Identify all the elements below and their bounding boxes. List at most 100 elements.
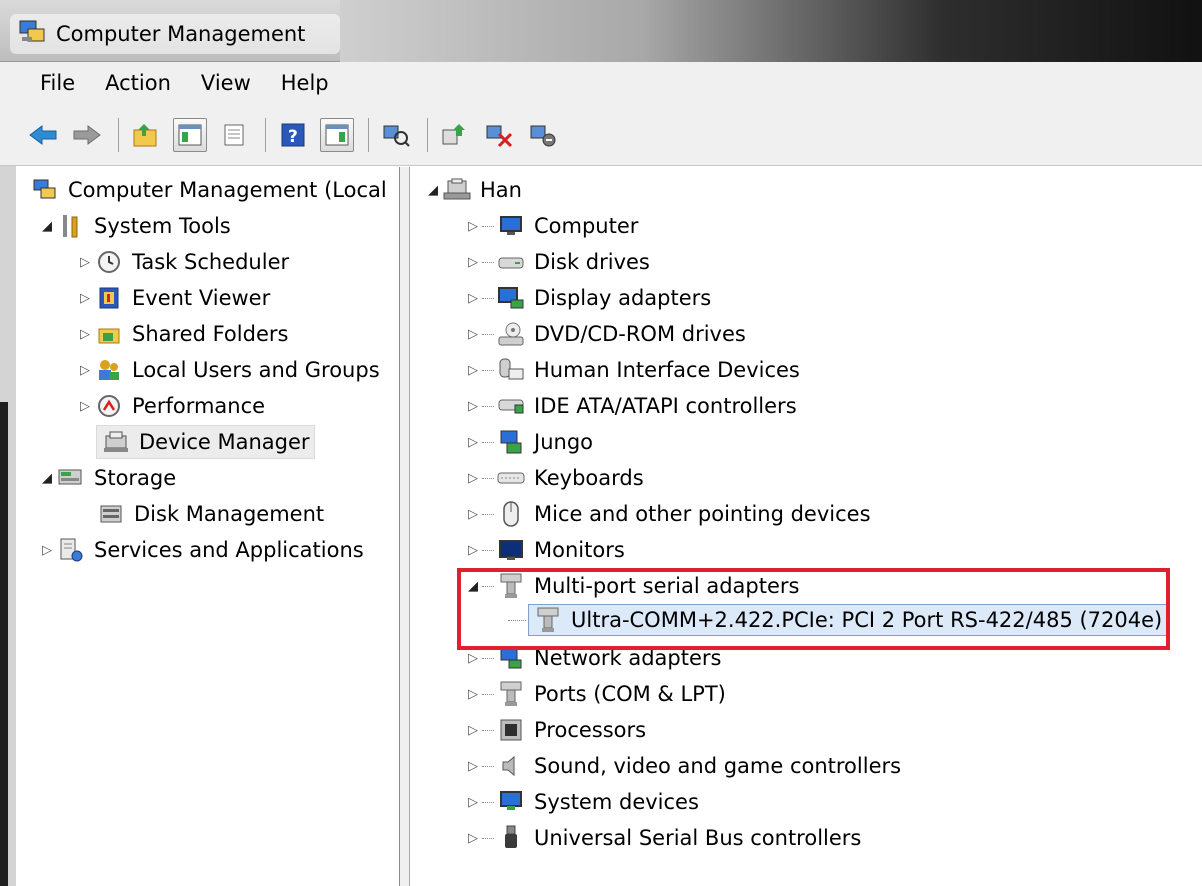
update-driver-icon[interactable] [438, 118, 472, 152]
collapse-toggle-icon[interactable]: ▷ [76, 363, 94, 378]
tree-connector [482, 729, 494, 731]
collapse-toggle-icon[interactable]: ▷ [76, 327, 94, 342]
collapse-toggle-icon[interactable]: ▷ [464, 399, 482, 414]
menu-help[interactable]: Help [281, 71, 329, 95]
collapse-toggle-icon[interactable]: ▷ [464, 759, 482, 774]
expand-toggle-icon[interactable]: ◢ [38, 471, 56, 486]
pane-splitter[interactable] [400, 167, 410, 886]
expand-toggle-icon[interactable]: ◢ [38, 219, 56, 234]
device-category-dvd-cd-rom-drives[interactable]: ▷ DVD/CD-ROM drives [464, 317, 746, 351]
tree-connector [482, 333, 494, 335]
collapse-toggle-icon[interactable]: ▷ [464, 723, 482, 738]
toolbar: ? [0, 104, 1202, 166]
tree-item-label: Device Manager [139, 430, 310, 454]
device-category-human-interface-devices[interactable]: ▷ Human Interface Devices [464, 353, 800, 387]
device-category-label: Display adapters [534, 286, 712, 310]
title-area: Computer Management [10, 14, 340, 54]
collapse-toggle-icon[interactable]: ▷ [76, 399, 94, 414]
help-icon[interactable]: ? [276, 118, 310, 152]
collapse-toggle-icon[interactable]: ▷ [464, 687, 482, 702]
device-category-label: Computer [534, 214, 639, 238]
device-category-sound-video-and-game-controllers[interactable]: ▷ Sound, video and game controllers [464, 749, 901, 783]
tree-item-system-tools[interactable]: ◢ System Tools [38, 209, 231, 243]
collapse-toggle-icon[interactable]: ▷ [464, 363, 482, 378]
window-title: Computer Management [56, 22, 306, 46]
collapse-toggle-icon[interactable]: ▷ [38, 543, 56, 558]
title-bar-gradient [340, 0, 1202, 62]
device-category-ide-ata-atapi-controllers[interactable]: ▷ IDE ATA/ATAPI controllers [464, 389, 797, 423]
tree-item-label: Performance [132, 394, 266, 418]
device-category-monitors[interactable]: ▷ Monitors [464, 533, 625, 567]
collapse-toggle-icon[interactable]: ▷ [464, 651, 482, 666]
collapse-toggle-icon[interactable]: ▷ [464, 327, 482, 342]
scan-hardware-icon[interactable] [379, 118, 413, 152]
collapse-toggle-icon[interactable]: ▷ [464, 435, 482, 450]
menu-action[interactable]: Action [105, 71, 171, 95]
mouse-icon [496, 499, 526, 529]
device-category-keyboards[interactable]: ▷ Keyboards [464, 461, 644, 495]
forward-arrow-icon[interactable] [70, 118, 104, 152]
device-category-mice-and-other-pointing-devices[interactable]: ▷ Mice and other pointing devices [464, 497, 871, 531]
collapse-toggle-icon[interactable]: ▷ [464, 471, 482, 486]
device-category-display-adapters[interactable]: ▷ Display adapters [464, 281, 711, 315]
collapse-toggle-icon[interactable]: ▷ [76, 255, 94, 270]
disk-management-icon [96, 499, 126, 529]
menu-file[interactable]: File [40, 71, 75, 95]
tree-item-storage[interactable]: ◢ Storage [38, 461, 176, 495]
disable-device-icon[interactable] [526, 118, 560, 152]
tree-connector [482, 405, 494, 407]
show-hide-action-pane-icon[interactable] [320, 117, 354, 152]
collapse-toggle-icon[interactable]: ▷ [464, 795, 482, 810]
device-tree-root[interactable]: ◢ Han [424, 173, 522, 207]
users-icon [94, 355, 124, 385]
collapse-toggle-icon[interactable]: ▷ [464, 219, 482, 234]
tree-item-label: Computer Management (Local [68, 178, 387, 202]
computer-management-icon [30, 175, 60, 205]
tree-item-event-viewer[interactable]: ▷ Event Viewer [76, 281, 270, 315]
expand-toggle-icon[interactable]: ◢ [424, 183, 442, 198]
menu-view[interactable]: View [201, 71, 251, 95]
tree-item-disk-management[interactable]: Disk Management [96, 497, 324, 531]
tree-item-services[interactable]: ▷ Services and Applications [38, 533, 364, 567]
menu-bar: File Action View Help [0, 62, 1202, 104]
collapse-toggle-icon[interactable]: ▷ [464, 507, 482, 522]
up-folder-icon[interactable] [129, 118, 163, 152]
back-arrow-icon[interactable] [26, 118, 60, 152]
tree-connector [482, 657, 494, 659]
tree-item-shared-folders[interactable]: ▷ Shared Folders [76, 317, 288, 351]
device-category-system-devices[interactable]: ▷ System devices [464, 785, 699, 819]
tree-connector [482, 693, 494, 695]
tree-item-device-manager[interactable]: Device Manager [96, 425, 315, 459]
device-category-disk-drives[interactable]: ▷ Disk drives [464, 245, 650, 279]
collapse-toggle-icon[interactable]: ▷ [464, 291, 482, 306]
device-category-label: Human Interface Devices [534, 358, 800, 382]
device-category-jungo[interactable]: ▷ Jungo [464, 425, 593, 459]
tree-connector [482, 477, 494, 479]
toolbar-separator [427, 117, 428, 152]
svg-text:?: ? [288, 127, 298, 147]
properties-icon[interactable] [217, 118, 251, 152]
tree-item-computer-management[interactable]: Computer Management (Local [30, 173, 387, 207]
tree-item-label: Task Scheduler [132, 250, 290, 274]
tree-item-performance[interactable]: ▷ Performance [76, 389, 265, 423]
tree-item-task-scheduler[interactable]: ▷ Task Scheduler [76, 245, 289, 279]
computer-management-icon [18, 19, 46, 50]
collapse-toggle-icon[interactable]: ▷ [76, 291, 94, 306]
device-category-computer[interactable]: ▷ Computer [464, 209, 638, 243]
device-category-processors[interactable]: ▷ Processors [464, 713, 646, 747]
collapse-toggle-icon[interactable]: ▷ [464, 255, 482, 270]
collapse-toggle-icon[interactable]: ▷ [464, 543, 482, 558]
device-category-label: Disk drives [534, 250, 650, 274]
port-icon [496, 679, 526, 709]
show-hide-tree-icon[interactable] [173, 117, 207, 152]
console-tree: Computer Management (Local ◢ System Tool… [16, 167, 400, 886]
collapse-toggle-icon[interactable]: ▷ [464, 831, 482, 846]
tree-item-label: Shared Folders [132, 322, 289, 346]
system-device-icon [496, 787, 526, 817]
device-category-universal-serial-bus-controllers[interactable]: ▷ Universal Serial Bus controllers [464, 821, 861, 855]
device-category-ports-com-lpt[interactable]: ▷ Ports (COM & LPT) [464, 677, 726, 711]
tree-connector [482, 513, 494, 515]
computer-icon [496, 211, 526, 241]
tree-item-local-users[interactable]: ▷ Local Users and Groups [76, 353, 380, 387]
uninstall-device-icon[interactable] [482, 118, 516, 152]
